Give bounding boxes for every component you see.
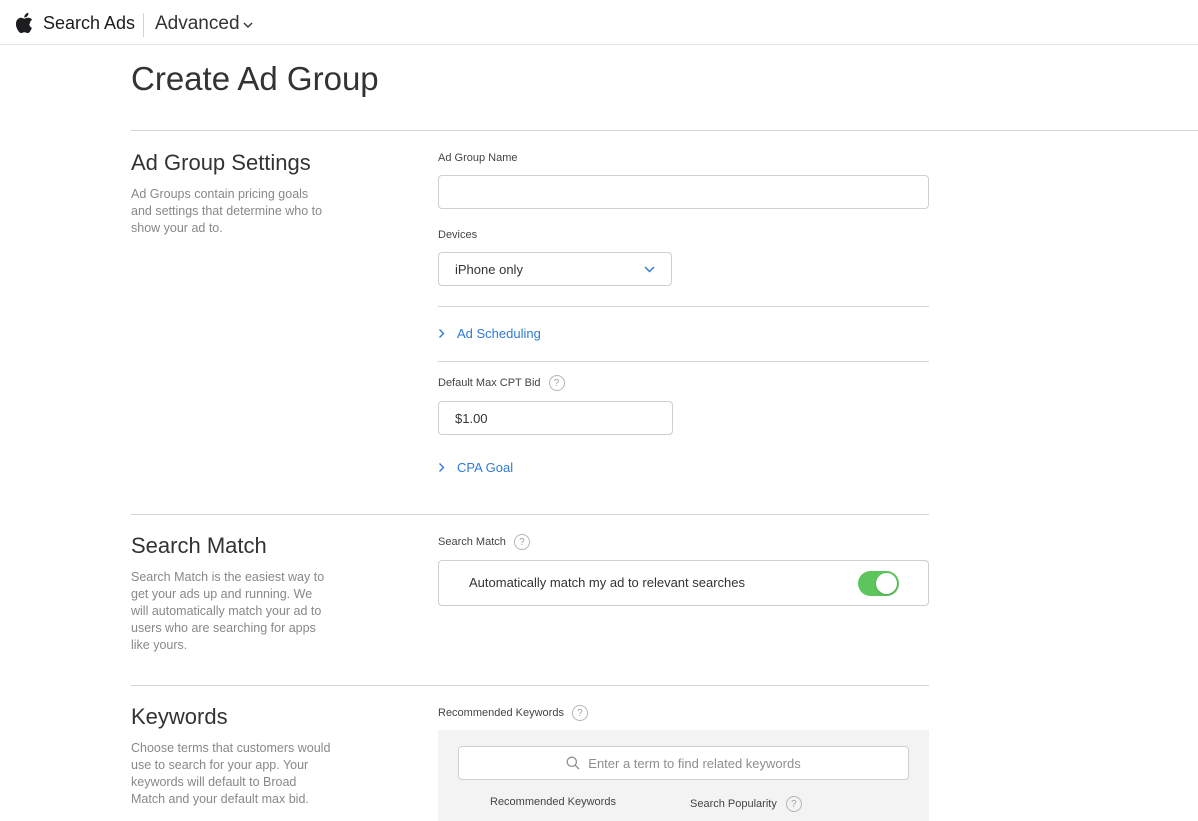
product-label: Advanced [155,13,240,34]
divider [438,306,929,307]
divider [438,361,929,362]
devices-label: Devices [438,229,478,241]
title-divider [131,130,1198,131]
ad-group-name-input[interactable] [438,175,929,209]
recommended-keywords-label: Recommended Keywords ? [438,705,588,721]
search-icon [566,756,580,770]
default-max-cpt-bid-label: Default Max CPT Bid ? [438,375,565,391]
cpa-goal-link: CPA Goal [457,460,514,475]
chevron-right-icon [439,463,445,472]
search-match-toggle[interactable] [858,571,899,596]
ad-scheduling-link: Ad Scheduling [457,326,541,341]
ad-group-name-label: Ad Group Name [438,152,518,164]
search-match-label: Search Match ? [438,534,530,550]
ad-group-settings-title: Ad Group Settings [131,150,311,175]
ad-group-settings-description: Ad Groups contain pricing goals and sett… [131,187,323,235]
ad-scheduling-toggle[interactable]: Ad Scheduling [438,326,541,341]
devices-select[interactable]: iPhone only [438,252,672,286]
column-header-recommended-keywords[interactable]: Recommended Keywords [490,796,616,808]
chevron-right-icon [439,329,445,338]
chevron-down-icon [644,265,655,273]
section-divider [131,514,929,515]
search-match-description: Search Match is the easiest way to get y… [131,570,325,652]
section-divider [131,685,929,686]
search-match-box: Automatically match my ad to relevant se… [438,560,929,606]
keyword-search-placeholder: Enter a term to find related keywords [588,755,801,771]
keywords-title: Keywords [131,704,228,729]
help-icon[interactable]: ? [548,375,565,391]
brand-divider [143,13,144,37]
product-switcher[interactable]: Advanced [155,13,253,35]
apple-logo-icon[interactable] [15,12,33,34]
brand-name[interactable]: Search Ads [43,13,135,34]
search-match-toggle-text: Automatically match my ad to relevant se… [469,575,746,590]
cpa-goal-toggle[interactable]: CPA Goal [438,460,513,475]
help-icon[interactable]: ? [785,796,802,812]
default-max-cpt-bid-input[interactable] [438,401,673,435]
search-match-title: Search Match [131,533,267,558]
keyword-search-input[interactable]: Enter a term to find related keywords [458,746,909,780]
toggle-knob [876,573,897,594]
help-icon[interactable]: ? [513,534,530,550]
page-title: Create Ad Group [131,60,379,97]
top-bar: Search Ads Advanced [0,0,1198,45]
column-header-search-popularity[interactable]: Search Popularity ? [690,796,802,812]
chevron-down-icon [243,22,253,28]
recommended-keywords-panel: Enter a term to find related keywords Re… [438,730,929,821]
devices-selected-value: iPhone only [455,261,523,277]
keywords-description: Choose terms that customers would use to… [131,741,331,806]
help-icon[interactable]: ? [571,705,588,721]
